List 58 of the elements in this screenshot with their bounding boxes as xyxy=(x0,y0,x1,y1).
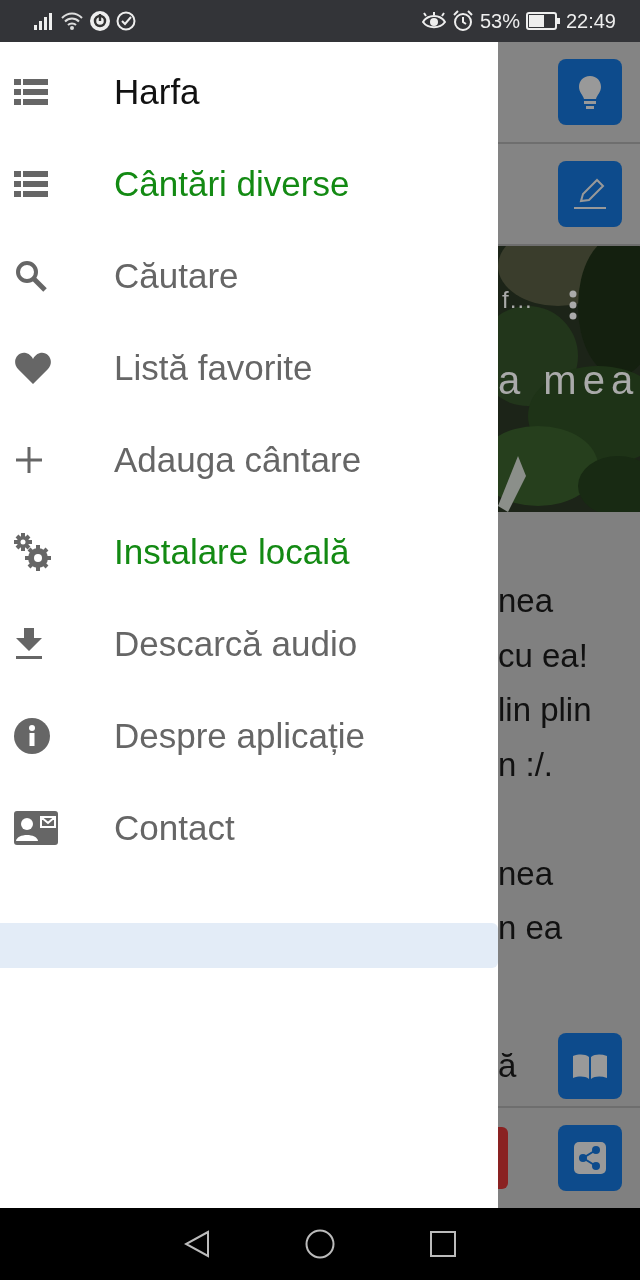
picture-caption: a mea xyxy=(498,358,640,403)
drawer-item-label: Adauga cântare xyxy=(114,440,362,480)
eye-icon xyxy=(421,12,446,30)
clock-time: 22:49 xyxy=(565,9,616,33)
song-title: f… xyxy=(502,286,533,314)
signal-icon xyxy=(34,12,54,30)
lyrics-line: n ea xyxy=(498,908,564,948)
share-button[interactable] xyxy=(558,1125,622,1191)
drawer-item-label: Despre aplicație xyxy=(114,716,365,756)
drawer-item-label: Instalare locală xyxy=(114,532,350,572)
back-icon[interactable] xyxy=(184,1230,210,1258)
drawer-item-label: Descarcă audio xyxy=(114,624,358,664)
list-icon xyxy=(14,170,48,198)
drawer-item[interactable]: Descarcă audio xyxy=(0,598,498,690)
heart-icon xyxy=(14,351,52,385)
pencil-icon xyxy=(573,177,607,211)
cut-off-button[interactable] xyxy=(498,1127,508,1189)
check-circle-icon xyxy=(116,11,136,31)
share-icon xyxy=(574,1142,606,1174)
wifi-icon xyxy=(60,12,84,30)
battery-percent: 53% xyxy=(479,9,520,33)
book-button[interactable] xyxy=(558,1033,622,1099)
home-icon[interactable] xyxy=(305,1229,335,1259)
drawer-item-label: Căutare xyxy=(114,256,239,296)
drawer-item[interactable]: Instalare locală xyxy=(0,506,498,598)
lightbulb-button[interactable] xyxy=(558,59,622,125)
lyrics-line: n :/. xyxy=(498,744,555,785)
gears-icon xyxy=(14,533,52,571)
lyrics-line: lin plin xyxy=(498,690,593,730)
drawer-item[interactable]: Cântări diverse xyxy=(0,138,498,230)
download-icon xyxy=(14,628,44,660)
drawer-item-label: Listă favorite xyxy=(114,348,313,388)
drawer-item-label: Contact xyxy=(114,808,235,848)
drawer-item[interactable]: Adauga cântare xyxy=(0,414,498,506)
more-icon[interactable] xyxy=(568,290,578,320)
search-icon xyxy=(14,259,48,293)
drawer-item-label: Harfa xyxy=(114,72,200,112)
lyrics-line: nea xyxy=(498,853,555,894)
info-icon xyxy=(14,718,50,754)
lightbulb-icon xyxy=(578,75,602,109)
recents-icon[interactable] xyxy=(430,1231,456,1257)
plus-icon xyxy=(14,445,44,475)
contact-card-icon xyxy=(14,811,58,845)
power-circle-icon xyxy=(90,11,110,31)
lyrics-line: ă xyxy=(498,1047,517,1085)
list-icon xyxy=(14,78,48,106)
drawer-item[interactable]: Harfa xyxy=(0,46,498,138)
book-icon xyxy=(572,1052,608,1080)
drawer-item-label: Cântări diverse xyxy=(114,164,350,204)
drawer-item[interactable]: Contact xyxy=(0,782,498,874)
lyrics-line: cu ea! xyxy=(498,635,589,676)
drawer-item[interactable]: Căutare xyxy=(0,230,498,322)
drawer-item[interactable]: Listă favorite xyxy=(0,322,498,414)
alarm-icon xyxy=(451,10,474,32)
drawer-item[interactable]: Despre aplicație xyxy=(0,690,498,782)
lyrics-line: nea xyxy=(498,581,555,621)
battery-icon xyxy=(525,12,560,30)
edit-button[interactable] xyxy=(558,161,622,227)
